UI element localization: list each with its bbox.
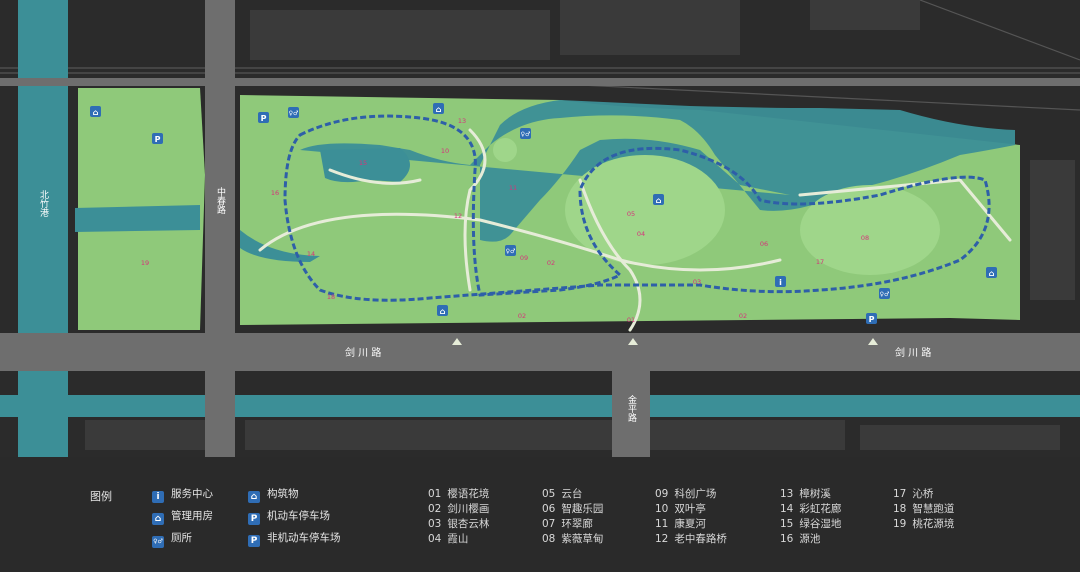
- legend-place-16: 16 源池: [780, 533, 821, 545]
- map-label-15: 15: [359, 159, 367, 167]
- legend-service-center: i 服务中心: [152, 487, 213, 503]
- management-house-icon: ⌂: [653, 194, 664, 205]
- legend-title: 图例: [90, 490, 112, 503]
- map-label-03: 03: [693, 278, 701, 286]
- bike-parking-icon: P: [866, 313, 877, 324]
- bike-parking-icon: P: [258, 112, 269, 123]
- svg-text:⌂: ⌂: [436, 105, 442, 114]
- legend-place-17: 17 沁桥: [893, 488, 934, 500]
- service-center-icon: i: [152, 491, 164, 503]
- car-parking-icon: P: [152, 133, 163, 144]
- svg-text:i: i: [779, 278, 782, 287]
- toilet-icon: ♀♂: [505, 245, 516, 256]
- toilet-icon: ♀♂: [520, 128, 531, 139]
- map-label-12: 12: [454, 212, 462, 220]
- map-label-13: 13: [458, 117, 466, 125]
- legend-place-15: 15 绿谷湿地: [780, 518, 842, 530]
- legend-place-11: 11 康夏河: [655, 518, 706, 530]
- legend-place-06: 06 智趣乐园: [542, 503, 604, 515]
- svg-text:⌂: ⌂: [93, 108, 99, 117]
- map-label-02a: 02: [547, 259, 555, 267]
- car-parking-icon: P: [248, 513, 260, 525]
- legend-place-19: 19 桃花源境: [893, 518, 955, 530]
- svg-text:⌂: ⌂: [440, 307, 446, 316]
- svg-text:P: P: [155, 135, 161, 144]
- legend-car-parking: P 机动车停车场: [248, 509, 330, 525]
- management-house-icon: ⌂: [90, 106, 101, 117]
- legend-panel: 图例 i 服务中心 ⌂ 管理用房 ♀♂ 厕所 ⌂ 构筑物 P 机动车停车场 P 非机动车停车…: [0, 457, 1080, 572]
- map-label-05: 05: [627, 210, 635, 218]
- road-label-jianchuanlu-left: 剑 川 路: [345, 346, 381, 359]
- map-label-02b: 02: [518, 312, 526, 320]
- management-house-icon: ⌂: [152, 513, 164, 525]
- legend-place-07: 07 环翠廊: [542, 518, 593, 530]
- map-label-02c: 02: [739, 312, 747, 320]
- legend-place-10: 10 双叶亭: [655, 503, 706, 515]
- svg-text:⌂: ⌂: [989, 269, 995, 278]
- legend-place-05: 05 云台: [542, 488, 583, 500]
- map-label-04: 04: [637, 230, 645, 238]
- toilet-icon: ♀♂: [288, 107, 299, 118]
- legend-place-14: 14 彩虹花廊: [780, 503, 842, 515]
- legend-place-08: 08 紫薇草甸: [542, 533, 604, 545]
- svg-text:P: P: [869, 315, 875, 324]
- map-label-10: 10: [441, 147, 449, 155]
- map-label-14: 14: [307, 250, 315, 258]
- structure-icon: ⌂: [437, 305, 448, 316]
- map-label-09: 09: [520, 254, 528, 262]
- svg-text:P: P: [261, 114, 267, 123]
- svg-text:⌂: ⌂: [656, 196, 662, 205]
- legend-place-03: 03 银杏云林: [428, 518, 490, 530]
- structure-icon: ⌂: [433, 103, 444, 114]
- legend-structure: ⌂ 构筑物: [248, 487, 299, 503]
- canal-beizhugang: [18, 0, 68, 457]
- park-map: 北竹港 中春路 剑 川 路 剑 川 路 金平路 P P P ⌂ ⌂ ⌂ ⌂ ⌂ …: [0, 0, 1080, 457]
- road-label-jianchuanlu-right: 剑 川 路: [895, 346, 931, 359]
- structure-icon: ⌂: [248, 491, 260, 503]
- legend-toilet: ♀♂ 厕所: [152, 531, 192, 548]
- management-house-icon: ⌂: [986, 267, 997, 278]
- map-label-08: 08: [861, 234, 869, 242]
- road-zhongchunlu: [205, 0, 235, 457]
- map-label-07: 17: [816, 258, 824, 266]
- map-label-11: 11: [509, 184, 517, 192]
- legend-place-01: 01 樱语花境: [428, 488, 490, 500]
- toilet-icon: ♀♂: [152, 536, 164, 548]
- svg-text:♀♂: ♀♂: [521, 131, 531, 138]
- svg-text:♀♂: ♀♂: [880, 291, 890, 298]
- legend-place-09: 09 科创广场: [655, 488, 717, 500]
- service-center-icon: i: [775, 276, 786, 287]
- legend-place-13: 13 樟树溪: [780, 488, 831, 500]
- canal-bottom: [0, 395, 1080, 417]
- svg-text:♀♂: ♀♂: [506, 248, 516, 255]
- map-label-06: 06: [760, 240, 768, 248]
- legend-place-02: 02 剑川樱画: [428, 503, 490, 515]
- map-label-01: 01: [627, 316, 635, 324]
- road-label-jinpinglu: 金平路: [626, 394, 637, 423]
- legend-bike-parking: P 非机动车停车场: [248, 531, 341, 547]
- road-label-zhongchunlu: 中春路: [215, 186, 226, 215]
- map-label-16: 16: [271, 189, 279, 197]
- map-label-19: 19: [141, 259, 149, 267]
- map-label-18: 18: [327, 293, 335, 301]
- legend-management-house: ⌂ 管理用房: [152, 509, 213, 525]
- road-label-beizhugang: 北竹港: [38, 190, 49, 217]
- bike-parking-icon: P: [248, 535, 260, 547]
- legend-place-18: 18 智慧跑道: [893, 503, 955, 515]
- legend-place-04: 04 霞山: [428, 533, 469, 545]
- svg-text:♀♂: ♀♂: [289, 110, 299, 117]
- legend-place-12: 12 老中春路桥: [655, 533, 727, 545]
- toilet-icon: ♀♂: [879, 288, 890, 299]
